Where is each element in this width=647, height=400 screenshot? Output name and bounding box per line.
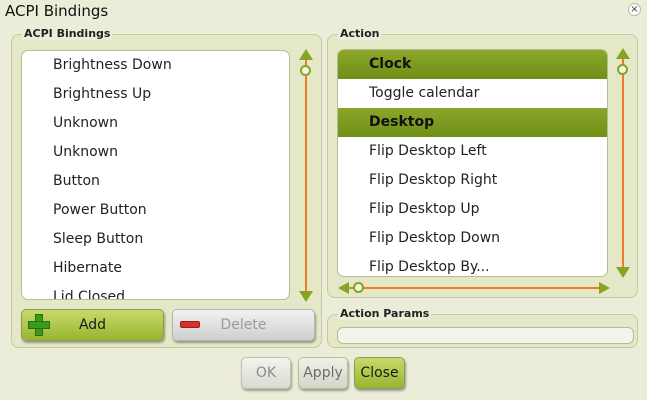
bindings-group: ACPI Bindings Brightness Down Brightness … [11, 27, 322, 348]
window-title: ACPI Bindings [5, 2, 109, 20]
minus-icon [180, 321, 200, 328]
bindings-list[interactable]: Brightness Down Brightness Up Unknown Unkno… [21, 50, 290, 300]
params-group: Action Params [327, 307, 638, 348]
bindings-list-item[interactable]: Power Button [22, 196, 289, 225]
action-group: Action Clock Toggle calendar Desktop Flip D… [327, 27, 638, 298]
scroll-thumb[interactable] [353, 282, 364, 293]
scroll-up-arrow-icon[interactable] [616, 48, 630, 59]
bindings-list-item[interactable]: Sleep Button [22, 225, 289, 254]
bindings-list-item[interactable]: Unknown [22, 138, 289, 167]
scroll-thumb[interactable] [617, 64, 628, 75]
delete-button[interactable]: Delete [172, 309, 315, 341]
add-button[interactable]: Add [21, 309, 164, 341]
bindings-list-item[interactable]: Brightness Down [22, 51, 289, 80]
bindings-list-item[interactable]: Hibernate [22, 254, 289, 283]
action-list-item[interactable]: Flip Desktop Down [338, 224, 607, 253]
scroll-track [305, 59, 307, 292]
bindings-list-item[interactable]: Lid Closed [22, 283, 289, 299]
scroll-left-arrow-icon[interactable] [338, 282, 349, 294]
action-category-header[interactable]: Clock [338, 50, 607, 79]
scroll-up-arrow-icon[interactable] [299, 49, 313, 60]
scroll-down-arrow-icon[interactable] [299, 291, 313, 302]
action-list-item[interactable]: Flip Desktop Up [338, 195, 607, 224]
delete-button-label: Delete [220, 317, 267, 333]
action-list[interactable]: Clock Toggle calendar Desktop Flip Desktop … [337, 49, 608, 277]
action-list-item[interactable]: Flip Desktop Left [338, 137, 607, 166]
bindings-list-item[interactable]: Button [22, 167, 289, 196]
plus-icon [28, 314, 50, 336]
params-group-label: Action Params [338, 307, 432, 320]
action-group-label: Action [338, 27, 382, 40]
close-icon[interactable]: × [628, 3, 641, 16]
bindings-list-item[interactable]: Unknown [22, 109, 289, 138]
bindings-vscroll[interactable] [297, 49, 315, 302]
bindings-list-item[interactable]: Brightness Up [22, 80, 289, 109]
action-category-header[interactable]: Desktop [338, 108, 607, 137]
apply-button[interactable]: Apply [298, 357, 348, 389]
bindings-group-label: ACPI Bindings [22, 27, 113, 40]
action-vscroll[interactable] [614, 48, 632, 278]
scroll-track [348, 287, 600, 289]
params-field[interactable] [337, 327, 634, 344]
ok-button[interactable]: OK [241, 357, 291, 389]
add-button-label: Add [78, 317, 107, 333]
action-hscroll[interactable] [338, 282, 610, 294]
scroll-track [622, 58, 624, 268]
action-list-item[interactable]: Toggle calendar [338, 79, 607, 108]
close-button[interactable]: Close [354, 357, 405, 389]
action-list-item[interactable]: Flip Desktop By... [338, 253, 607, 276]
scroll-down-arrow-icon[interactable] [616, 267, 630, 278]
scroll-right-arrow-icon[interactable] [599, 282, 610, 294]
acpi-bindings-window: ACPI Bindings × ACPI Bindings Brightness… [0, 0, 647, 400]
scroll-thumb[interactable] [300, 65, 311, 76]
action-list-item[interactable]: Flip Desktop Right [338, 166, 607, 195]
